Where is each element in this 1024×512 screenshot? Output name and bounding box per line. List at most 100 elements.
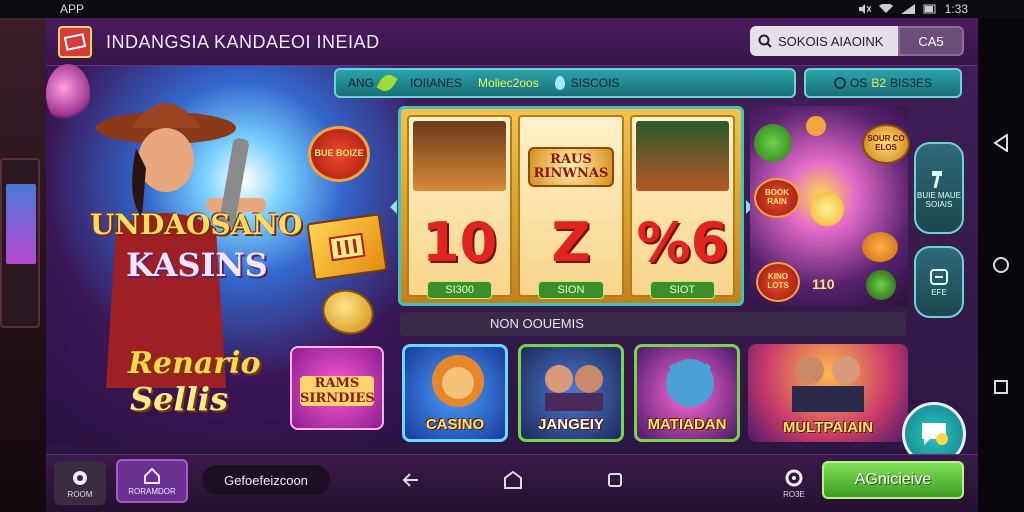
balance-highlight: B2 [871,76,886,90]
status-app-label: APP [60,2,85,16]
watermelon-icon [754,124,792,162]
reel-1: 10 SI300 [407,115,513,299]
filter-moliec-label: Moliec2oos [478,76,539,90]
inapp-recents-button[interactable] [602,467,628,493]
reel-2-label: SION [538,281,604,299]
settings-button-label: RO3E [783,489,805,499]
tile-jangeiy-label: JANGEIY [538,416,604,433]
reel-3-label: SIOT [649,281,715,299]
arcade-cabinet-image [0,158,40,328]
bottom-bar: ROOM RORAMDOR Gefoefeizcoon RO3E AGnicie… [46,454,978,512]
balance-label: OS [849,76,868,90]
side-button-tools-label: BUIE MAUE SOIAIS [916,191,961,209]
side-button-menu-label: EFE [931,287,947,297]
system-navigation-bar [978,18,1024,512]
promo-code-field[interactable]: Gefoefeizcoon [202,465,330,495]
status-time: 1:33 [944,2,968,16]
bonus-amount: 110 [812,276,835,292]
recents-icon [994,380,1008,394]
filter-ioiianes[interactable]: IOIIANES [410,76,462,90]
reel-1-character-image [413,121,507,191]
search-placeholder: SOKOIS AIAOINK [778,33,884,49]
reel-1-number: 10 [422,211,498,274]
section-header: NON OOUEMIS [400,312,906,336]
reel-2-banner: RAUS RINWNAS [528,147,614,187]
bonus-badge-top: SOUR CO ELOS [862,124,910,164]
home-circle-icon [993,257,1009,273]
tile-multpaiain[interactable]: MULTPAIAIN [748,344,908,442]
lion-image [432,355,484,407]
top-bar: INDANGSIA KANDAEOI INEIAD SOKOIS AIAOINK… [46,18,978,66]
tile-rams-label: RAMS SIRNDIES [300,376,375,406]
search-icon [758,34,772,48]
status-bar: APP 1:33 [0,0,1024,18]
promo-title-line2: KASINS [126,246,268,284]
home-nav-button[interactable] [990,254,1012,276]
reel-3: %6 SIOT [629,115,735,299]
settings-button[interactable]: RO3E [776,461,812,505]
tile-casino[interactable]: CASINO [402,344,508,442]
bonus-panel[interactable]: SOUR CO ELOS BOOK RAIN KINO LOTS 110 [750,106,910,306]
search-button[interactable]: CA5 [898,26,964,56]
lobby-button-label: RORAMDOR [128,486,176,496]
players-image [792,356,864,412]
filter-moliec[interactable]: Moliec2oos [478,76,539,90]
battery-icon [923,4,936,14]
slot-prev-arrow[interactable] [390,200,397,214]
star-coin-icon [810,192,844,226]
promo-title-line1: UNDAOSANO [90,208,303,241]
home-button[interactable]: ROOM [54,461,106,505]
inapp-back-button[interactable] [398,467,424,493]
reel-1-label: SI300 [427,281,493,299]
coin-icon [806,116,826,136]
balance-pill[interactable]: OS B2 BIS3ES [804,68,962,98]
balance-amount: BIS3ES [890,76,933,90]
wifi-icon [878,4,893,13]
side-button-tools[interactable]: BUIE MAUE SOIAIS [914,142,964,234]
inapp-home-button[interactable] [500,467,526,493]
cta-button[interactable]: AGnicieive [822,461,964,499]
promo-subtitle-line2: Sellis [130,380,228,418]
tile-rams[interactable]: RAMS SIRNDIES [290,346,384,430]
tile-multpaiain-label: MULTPAIAIN [782,419,874,436]
signal-icon [900,4,915,14]
square-icon [608,473,622,487]
filter-ang-label: ANG [348,76,375,90]
tile-casino-label: CASINO [425,416,485,433]
back-arrow-icon [402,473,418,487]
background-scenery [0,18,46,512]
recents-nav-button[interactable] [990,376,1012,398]
home-button-label: ROOM [67,489,93,499]
reel-3-number: %6 [636,211,729,274]
orange-icon [862,232,898,262]
lobby-button[interactable]: RORAMDOR [116,459,188,503]
slot-machine[interactable]: 10 SI300 RAUS RINWNAS Z SION %6 SIOT [398,106,744,306]
bonus-badge-bottom: KINO LOTS [756,262,800,302]
category-filter-bar: ANG IOIIANES Moliec2oos SISCOIS [334,68,796,98]
arcade-screen [6,184,36,264]
chat-icon [922,423,948,445]
back-nav-button[interactable] [990,132,1012,154]
filter-siscois[interactable]: SISCOIS [554,76,619,90]
home-outline-icon [504,471,522,489]
house-icon [144,467,160,484]
search-field[interactable]: SOKOIS AIAOINK [750,26,898,56]
menu-icon [930,268,948,285]
promo-subtitle-line1: Renario [128,346,261,381]
app-title: INDANGSIA KANDAEOI INEIAD [106,32,380,52]
drop-icon [554,76,565,90]
filter-ang[interactable]: ANG [348,71,398,95]
ticket-graphic [328,232,366,262]
balance-icon [834,77,846,89]
side-button-menu[interactable]: EFE [914,246,964,318]
leaf-icon [376,71,398,95]
filter-ioiianes-label: IOIIANES [410,76,463,90]
back-icon [993,134,1008,152]
tile-jangeiy[interactable]: JANGEIY [518,344,624,442]
tile-matiadan[interactable]: MATIADAN [634,344,740,442]
app-logo[interactable] [58,26,92,58]
hammer-icon [932,171,942,189]
promo-badge[interactable]: BUE BOIZE [308,126,370,182]
reel-2-number: Z [551,211,591,274]
gear-icon [785,469,803,486]
